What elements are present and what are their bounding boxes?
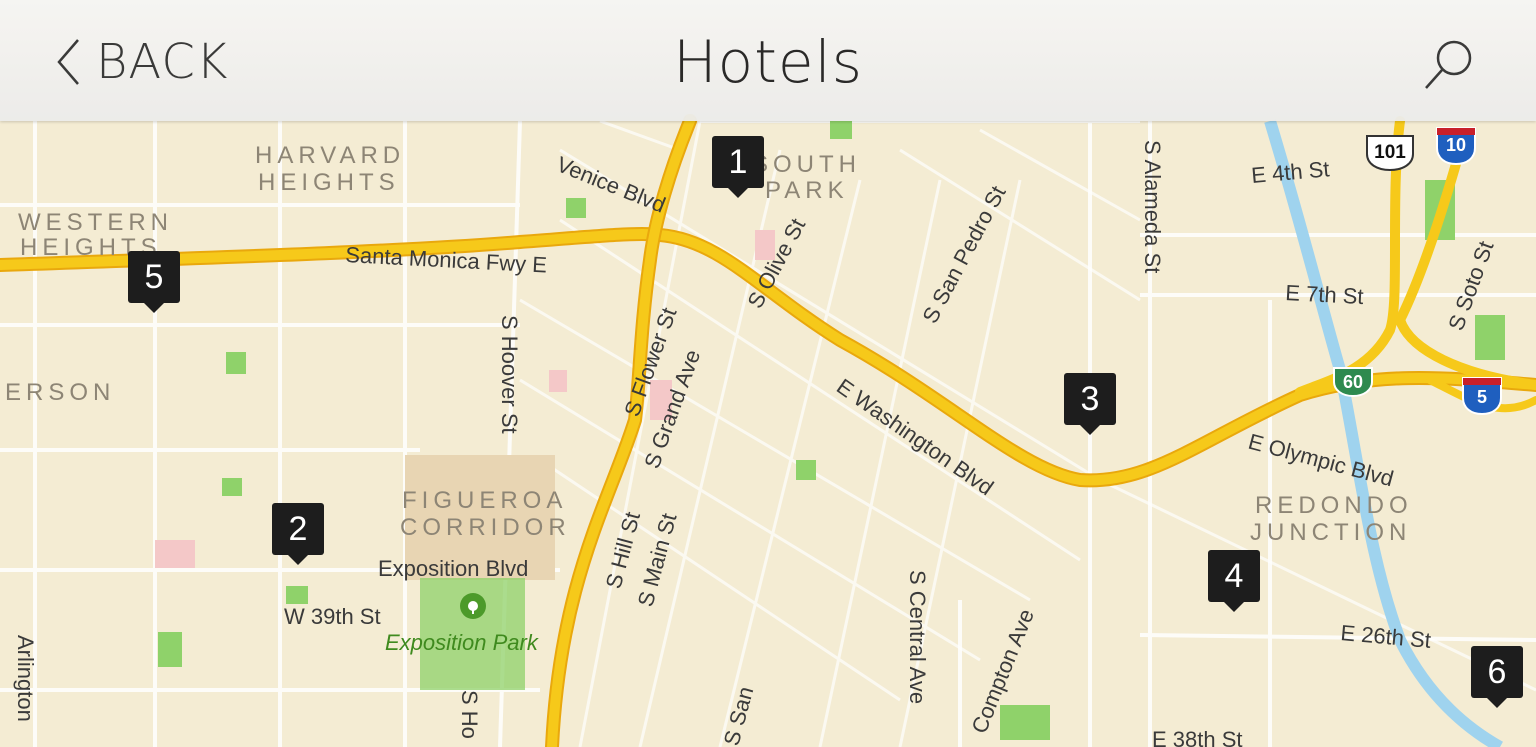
street-label: E 7th St [1285,280,1364,309]
district-label: WESTERN [18,209,173,236]
street-label: Exposition Blvd [378,556,528,581]
svg-text:101: 101 [1374,142,1406,163]
district-label: HEIGHTS [258,169,400,196]
street-label: S Hoover St [497,315,522,434]
pin-number: 6 [1471,646,1523,698]
page-title: Hotels [673,28,863,96]
street-label: S Central Ave [905,570,930,704]
svg-text:10: 10 [1446,135,1466,155]
street-label: S Ho [457,690,482,739]
district-label: REDONDO [1255,492,1413,519]
district-label: SOUTH [752,151,861,178]
pin-number: 1 [712,136,764,188]
hotel-pin-4[interactable]: 4 [1208,550,1260,612]
street-label: Arlington [13,635,38,722]
street-label: S Alameda St [1140,140,1165,273]
hotel-pin-5[interactable]: 5 [128,251,180,313]
district-label: FIGUEROA [402,487,567,514]
street-label: E 38th St [1152,727,1243,747]
street-label: W 39th St [284,604,381,629]
highway-shield-101: 101 [1366,135,1414,172]
highway-shield-60: 60 [1333,367,1373,398]
pin-number: 5 [128,251,180,303]
district-label: JUNCTION [1250,519,1411,546]
pin-number: 4 [1208,550,1260,602]
hotel-pin-3[interactable]: 3 [1064,373,1116,435]
pin-number: 3 [1064,373,1116,425]
hotel-pin-1[interactable]: 1 [712,136,764,198]
district-label: PARK [765,177,849,204]
highway-shield-5: 5 [1462,377,1502,416]
svg-text:5: 5 [1477,387,1487,407]
search-icon[interactable] [1420,34,1480,94]
highway-shield-10: 10 [1436,127,1476,166]
district-label: ERSON [5,379,115,406]
pin-number: 2 [272,503,324,555]
park-label: Exposition Park [385,630,539,655]
svg-text:60: 60 [1343,372,1363,392]
hotel-pin-6[interactable]: 6 [1471,646,1523,708]
district-label: HARVARD [255,142,405,169]
hotel-pin-2[interactable]: 2 [272,503,324,565]
district-label: CORRIDOR [400,514,571,541]
navigation-bar: BACK Hotels [0,0,1536,121]
